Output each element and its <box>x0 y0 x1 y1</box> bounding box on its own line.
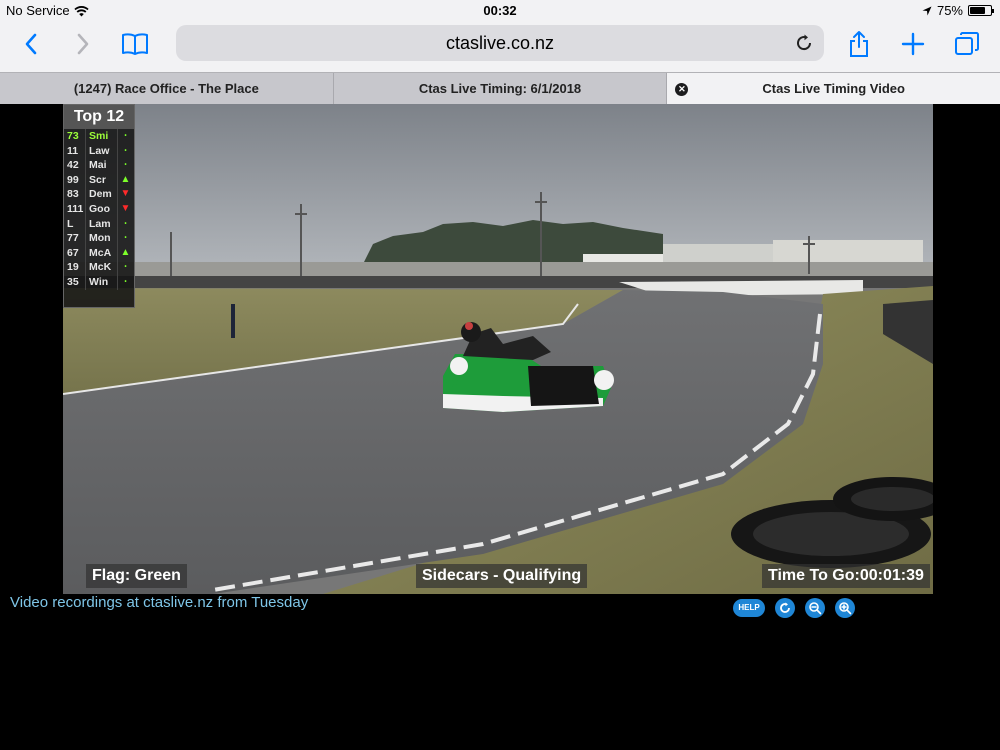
trend-same-icon: • <box>124 235 127 242</box>
top12-title: Top 12 <box>64 105 134 129</box>
help-button[interactable]: HELP <box>733 599 765 617</box>
rider-name: Win <box>86 274 118 290</box>
tab-label: (1247) Race Office - The Place <box>73 81 259 96</box>
tabs-overview-icon <box>955 32 979 55</box>
flag-status: Flag: Green <box>86 564 187 588</box>
browser-toolbar: ctaslive.co.nz <box>0 20 1000 72</box>
leaderboard-row: 73 Smi • <box>64 129 134 144</box>
trend-down-icon: ▼ <box>120 188 131 200</box>
trend-up-icon: ▲ <box>120 173 131 185</box>
race-video-frame: 42 <box>63 104 933 594</box>
trend-same-icon: • <box>124 162 127 169</box>
rider-number: 19 <box>64 260 86 275</box>
location-arrow-icon <box>922 6 932 15</box>
top12-leaderboard: Top 12 73 Smi • 11 Law • 42 Mai • 99 Scr ▲ 83 Dem… <box>63 104 135 308</box>
video-controls: HELP <box>733 597 855 619</box>
rider-name: Mai <box>86 158 118 173</box>
zoom-out-icon <box>809 602 822 615</box>
rider-number: 77 <box>64 231 86 246</box>
leaderboard-row: 11 Law • <box>64 143 134 159</box>
new-tab-plus-icon <box>901 32 925 56</box>
trend-up-icon: ▲ <box>120 246 131 258</box>
rider-number: L <box>64 216 86 232</box>
tabs-overview-button[interactable] <box>951 28 983 60</box>
session-name: Sidecars - Qualifying <box>416 564 588 588</box>
zoom-in-button[interactable] <box>835 598 855 618</box>
rider-name: McK <box>86 260 118 275</box>
trend-same-icon: • <box>124 264 127 271</box>
reload-button[interactable] <box>792 31 816 55</box>
rider-number: 35 <box>64 274 86 290</box>
rider-name: Goo <box>86 201 118 217</box>
tab-strip: (1247) Race Office - The Place Ctas Live… <box>0 72 1000 104</box>
leaderboard-row: 67 McA ▲ <box>64 245 134 261</box>
status-right: 75% <box>922 3 994 18</box>
trend-same-icon: • <box>124 147 127 154</box>
leaderboard-row: 111 Goo ▼ <box>64 201 134 217</box>
rider-number: 99 <box>64 172 86 188</box>
trend-same-icon: • <box>124 133 127 139</box>
leaderboard-row: 83 Dem ▼ <box>64 187 134 202</box>
rider-name: Law <box>86 143 118 159</box>
battery-icon <box>968 5 994 16</box>
rider-name: Mon <box>86 231 118 246</box>
leaderboard-row: L Lam • <box>64 216 134 232</box>
leaderboard-row: 99 Scr ▲ <box>64 172 134 188</box>
share-button[interactable] <box>843 28 875 60</box>
zoom-out-button[interactable] <box>805 598 825 618</box>
leaderboard-row: 19 McK • <box>64 260 134 275</box>
share-icon <box>850 31 868 57</box>
video-player[interactable]: 42 Top 12 73 Smi • 11 Law • 42 Mai • 99 Scr ▲ 83… <box>63 104 933 594</box>
battery-fill <box>970 7 985 14</box>
rider-number: 73 <box>64 129 86 144</box>
trend-same-icon: • <box>124 278 127 285</box>
rider-name: Lam <box>86 216 118 232</box>
rider-number: 111 <box>64 201 86 217</box>
url-text: ctaslive.co.nz <box>445 33 555 53</box>
refresh-button[interactable] <box>775 598 795 618</box>
new-tab-button[interactable] <box>897 28 929 60</box>
forward-chevron-icon <box>77 33 89 55</box>
bookmarks-icon <box>122 33 148 55</box>
tab-race-office[interactable]: (1247) Race Office - The Place <box>0 73 334 104</box>
leaderboard-row: 42 Mai • <box>64 158 134 173</box>
clock: 00:32 <box>483 3 517 18</box>
rider-number: 42 <box>64 158 86 173</box>
rider-number: 83 <box>64 187 86 202</box>
tab-ctas-live-timing-video[interactable]: ✕ Ctas Live Timing Video <box>667 73 1000 104</box>
refresh-icon <box>780 602 790 613</box>
bookmarks-button[interactable] <box>119 28 151 60</box>
tab-label: Ctas Live Timing: 6/1/2018 <box>418 81 582 96</box>
rider-name: McA <box>86 245 118 261</box>
battery-percent: 75% <box>936 3 963 18</box>
zoom-in-icon <box>839 602 852 615</box>
back-chevron-icon <box>25 33 37 55</box>
rider-number: 67 <box>64 245 86 261</box>
back-button[interactable] <box>15 28 47 60</box>
rider-number: 11 <box>64 143 86 159</box>
status-bar: No Service 00:32 75% <box>0 0 1000 20</box>
sidecar-number: 42 <box>445 377 459 391</box>
forward-button[interactable] <box>67 28 99 60</box>
tab-label: Ctas Live Timing Video <box>762 81 905 96</box>
leaderboard-row: 35 Win • <box>64 274 134 290</box>
reload-icon <box>797 34 812 51</box>
rider-name: Smi <box>86 129 118 144</box>
address-bar[interactable]: ctaslive.co.nz <box>176 25 824 61</box>
tab-ctas-live-timing[interactable]: Ctas Live Timing: 6/1/2018 <box>334 73 668 104</box>
leaderboard-row: 77 Mon • <box>64 231 134 246</box>
trend-down-icon: ▼ <box>120 202 131 214</box>
tab-close-icon[interactable]: ✕ <box>675 83 689 96</box>
time-to-go: Time To Go:00:01:39 <box>762 564 930 588</box>
video-caption: Video recordings at ctaslive.nz from Tue… <box>10 594 309 611</box>
trend-same-icon: • <box>124 220 127 227</box>
rider-name: Scr <box>86 172 118 188</box>
rider-name: Dem <box>86 187 118 202</box>
